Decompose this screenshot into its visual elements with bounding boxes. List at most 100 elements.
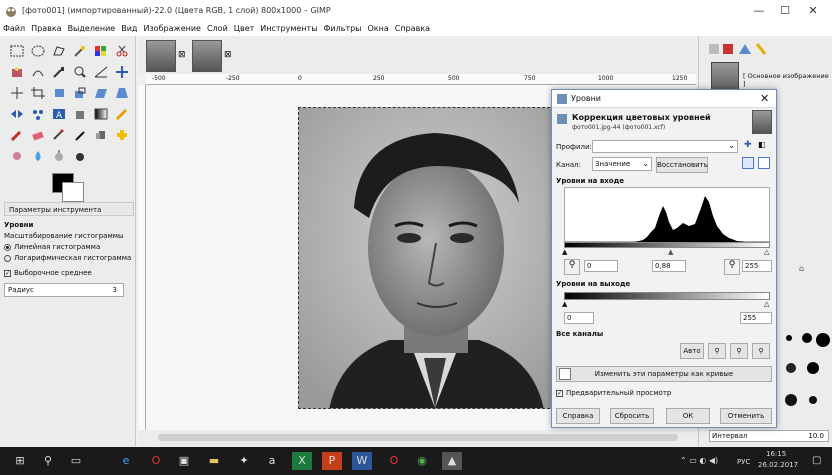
color-picker-icon[interactable] (48, 61, 69, 82)
minimize-button[interactable]: — (752, 4, 766, 18)
auto-button[interactable]: Авто (680, 343, 704, 359)
smudge-finger-icon[interactable] (69, 145, 90, 166)
reset-channel-button[interactable]: Восстановить (656, 157, 708, 173)
menu-edit[interactable]: Правка (28, 22, 64, 33)
store-icon[interactable]: ▣ (174, 452, 194, 470)
close-tab-icon[interactable]: ⊠ (224, 50, 232, 60)
output-high-slider[interactable]: △ (764, 300, 769, 308)
airbrush-icon[interactable] (48, 124, 69, 145)
foreground-select-icon[interactable] (6, 61, 27, 82)
amazon-icon[interactable]: a (262, 452, 282, 470)
chrome-icon[interactable]: ◉ (412, 452, 432, 470)
chevron-down-icon[interactable]: ⌄ (642, 158, 649, 170)
input-low-field[interactable]: 0 (584, 260, 618, 272)
dialog-close-button[interactable]: ✕ (760, 92, 769, 105)
chevron-down-icon[interactable]: ⌄ (728, 141, 735, 150)
clock-date[interactable]: 26.02.2017 (758, 461, 798, 469)
measure-icon[interactable] (90, 61, 111, 82)
tray-icons[interactable]: ⌃ ▭ ◐ ◀) (680, 456, 718, 465)
menu-colors[interactable]: Цвет (231, 22, 258, 33)
menu-view[interactable]: Вид (118, 22, 140, 33)
trash-icon[interactable]: ⌂ (799, 264, 804, 273)
menu-help[interactable]: Справка (392, 22, 433, 33)
paintbrush-icon[interactable] (6, 124, 27, 145)
preset-menu-icon[interactable]: ◧ (758, 140, 766, 149)
menu-file[interactable]: Файл (0, 22, 28, 33)
channel-select[interactable]: Значение ⌄ (592, 157, 652, 171)
help-button[interactable]: Справка (556, 408, 600, 424)
presets-combo[interactable]: ⌄ (592, 140, 738, 153)
clone-icon[interactable] (90, 124, 111, 145)
brush-grid[interactable] (779, 328, 831, 428)
scissors-icon[interactable] (111, 40, 132, 61)
crop-icon[interactable] (27, 82, 48, 103)
input-high-field[interactable]: 255 (742, 260, 772, 272)
reset-button[interactable]: Сбросить (610, 408, 654, 424)
input-gamma-slider[interactable]: ▲ (668, 248, 673, 256)
spacing-field[interactable]: Интервал 10.0 (709, 430, 829, 442)
input-low-slider[interactable]: ▲ (562, 248, 567, 256)
language-indicator[interactable]: РУС (737, 458, 750, 466)
menu-layer[interactable]: Слой (204, 22, 231, 33)
search-icon[interactable]: ⚲ (38, 452, 58, 470)
output-low-field[interactable]: 0 (564, 312, 594, 324)
menu-select[interactable]: Выделение (65, 22, 119, 33)
eraser-icon[interactable] (27, 124, 48, 145)
pick-gray-icon[interactable]: ⚲ (730, 343, 748, 359)
image-tab-2[interactable] (192, 40, 222, 72)
color-select-icon[interactable] (90, 40, 111, 61)
blend-icon[interactable] (90, 103, 111, 124)
menu-windows[interactable]: Окна (365, 22, 392, 33)
pick-black-icon[interactable]: ⚲ (708, 343, 726, 359)
smudge-icon[interactable] (6, 145, 27, 166)
menu-filters[interactable]: Фильтры (321, 22, 365, 33)
black-point-picker-icon[interactable]: ⚲ (564, 259, 580, 275)
scale-icon[interactable] (69, 82, 90, 103)
fuzzy-select-icon[interactable] (69, 40, 90, 61)
ellipse-select-icon[interactable] (27, 40, 48, 61)
explorer-icon[interactable]: ▬ (204, 452, 224, 470)
white-point-picker-icon[interactable]: ⚲ (724, 259, 740, 275)
dodge-icon[interactable] (48, 145, 69, 166)
output-low-slider[interactable]: ▲ (562, 300, 567, 308)
paths-icon[interactable] (27, 61, 48, 82)
layer-name[interactable]: [ Основное изображение ] (743, 72, 832, 88)
radius-field[interactable]: Радиус 3 (4, 283, 124, 297)
ok-button[interactable]: ОК (666, 408, 710, 424)
align-icon[interactable] (6, 82, 27, 103)
checkbox-icon[interactable]: ✓ (4, 269, 11, 277)
perspective-icon[interactable] (111, 82, 132, 103)
excel-icon[interactable]: X (292, 452, 312, 470)
text-icon[interactable]: A (48, 103, 69, 124)
background-color-swatch[interactable] (62, 182, 84, 202)
maximize-button[interactable]: ☐ (778, 4, 792, 18)
ink-icon[interactable] (69, 124, 90, 145)
blur-icon[interactable] (27, 145, 48, 166)
close-tab-icon[interactable]: ⊠ (178, 50, 186, 60)
portrait-photo[interactable] (298, 107, 570, 409)
pencil-icon[interactable] (111, 103, 132, 124)
task-view-icon[interactable]: ▭ (66, 452, 86, 470)
rect-select-icon[interactable] (6, 40, 27, 61)
dropbox-icon[interactable]: ✦ (234, 452, 254, 470)
input-high-slider[interactable]: △ (764, 248, 769, 256)
cancel-button[interactable]: Отменить (720, 408, 772, 424)
input-gamma-field[interactable]: 0,88 (652, 260, 686, 272)
move-icon[interactable] (111, 61, 132, 82)
linear-hist-toggle[interactable] (742, 157, 754, 169)
add-preset-icon[interactable]: ✚ (744, 140, 752, 150)
scroll-thumb[interactable] (158, 434, 678, 441)
edit-as-curves-button[interactable]: Изменить эти параметры как кривые (556, 366, 772, 382)
sample-merged-option[interactable]: ✓ Выборочное среднее (4, 268, 134, 279)
rotate-icon[interactable] (48, 82, 69, 103)
pick-white-icon[interactable]: ⚲ (752, 343, 770, 359)
menu-tools[interactable]: Инструменты (257, 22, 320, 33)
free-select-icon[interactable] (48, 40, 69, 61)
zoom-icon[interactable] (69, 61, 90, 82)
menu-image[interactable]: Изображение (140, 22, 204, 33)
notifications-icon[interactable]: ▢ (812, 455, 821, 466)
powerpoint-icon[interactable]: P (322, 452, 342, 470)
output-high-field[interactable]: 255 (740, 312, 772, 324)
opera-icon[interactable]: O (384, 452, 404, 470)
edge-icon[interactable]: e (116, 452, 136, 470)
